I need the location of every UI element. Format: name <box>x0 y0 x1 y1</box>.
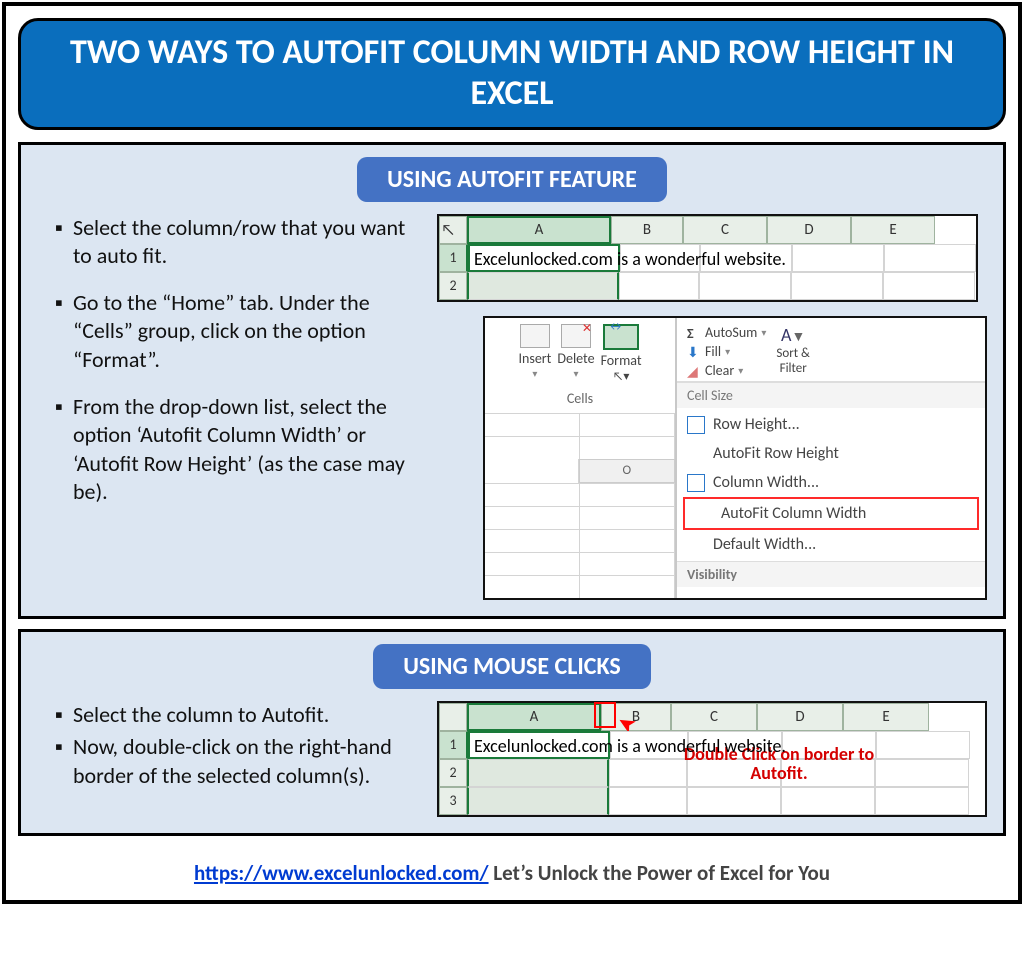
autosum-label: AutoSum <box>705 324 757 341</box>
cell-e3[interactable] <box>875 787 969 815</box>
eraser-icon: ◢ <box>687 363 701 377</box>
section1-title: USING AUTOFIT FEATURE <box>357 157 667 202</box>
select-all-corner[interactable] <box>439 703 467 731</box>
menu-header-visibility: Visibility <box>677 561 985 587</box>
sort-filter-button[interactable]: A▼ Sort & Filter <box>776 324 810 376</box>
cell-d2[interactable] <box>791 272 883 300</box>
menu-autofit-row-height[interactable]: AutoFit Row Height <box>677 439 985 468</box>
fill-label: Fill <box>705 343 721 360</box>
menu-header-cellsize: Cell Size <box>677 382 985 408</box>
column-header-a[interactable]: A <box>467 703 601 731</box>
column-header-e[interactable]: E <box>851 216 935 244</box>
row-header-2[interactable]: 2 <box>439 272 467 300</box>
ribbon-screenshot: Insert ▾ ✕ Delete ▾ ↔ Format <box>483 316 987 600</box>
column-header-d[interactable]: D <box>767 216 851 244</box>
column-header-a[interactable]: A <box>467 216 611 244</box>
fill-button[interactable]: ⬇Fill ▾ <box>687 343 766 360</box>
cells-group-label: Cells <box>485 386 675 413</box>
sort-label2: Filter <box>780 361 807 376</box>
cell-b3[interactable] <box>609 787 687 815</box>
cell-e2[interactable] <box>875 759 969 787</box>
footer-tagline: Let’s Unlock the Power of Excel for You <box>489 860 831 886</box>
section1-bullets: Select the column/row that you want to a… <box>37 214 417 600</box>
row-header-1[interactable]: 1 <box>439 244 468 272</box>
clear-label: Clear <box>705 362 734 379</box>
footer-link[interactable]: https://www.excelunlocked.com/ <box>194 860 489 886</box>
list-item: Select the column/row that you want to a… <box>55 214 417 271</box>
insert-button[interactable]: Insert ▾ <box>518 324 551 384</box>
cell-text: Excelunlocked.com is a wonderful website… <box>474 248 786 270</box>
infographic-container: TWO WAYS TO AUTOFIT COLUMN WIDTH AND ROW… <box>2 2 1022 904</box>
column-header-o[interactable]: O <box>579 459 675 483</box>
row-header-3[interactable]: 3 <box>439 787 467 815</box>
list-item: Select the column to Autofit. <box>55 701 417 730</box>
delete-label: Delete <box>557 350 594 367</box>
dropdown-caret-icon: ▾ <box>532 367 537 380</box>
section-autofit-feature: USING AUTOFIT FEATURE Select the column/… <box>18 142 1006 619</box>
list-item: Go to the “Home” tab. Under the “Cells” … <box>55 289 417 375</box>
column-header-c[interactable]: C <box>683 216 767 244</box>
cell-d3[interactable] <box>781 787 875 815</box>
format-label: Format <box>601 352 642 369</box>
menu-row-height[interactable]: Row Height... <box>677 410 985 439</box>
menu-default-width[interactable]: Default Width... <box>677 530 985 559</box>
format-icon: ↔ <box>603 324 639 350</box>
delete-button[interactable]: ✕ Delete ▾ <box>557 324 594 384</box>
select-all-corner[interactable]: ↖ <box>439 216 467 244</box>
column-header-e[interactable]: E <box>843 703 929 731</box>
section2-title: USING MOUSE CLICKS <box>373 644 651 689</box>
main-title: TWO WAYS TO AUTOFIT COLUMN WIDTH AND ROW… <box>18 18 1006 130</box>
section-mouse-clicks: USING MOUSE CLICKS Select the column to … <box>18 629 1006 836</box>
column-header-d[interactable]: D <box>757 703 843 731</box>
cell-e1[interactable] <box>876 731 970 759</box>
format-button[interactable]: ↔ Format ↖▾ <box>601 324 642 384</box>
cell-d1[interactable] <box>792 244 884 272</box>
column-header-b[interactable]: B <box>611 216 683 244</box>
fill-icon: ⬇ <box>687 344 701 358</box>
clear-button[interactable]: ◢Clear ▾ <box>687 362 766 379</box>
row-height-icon <box>687 416 705 434</box>
cursor-icon: ↖▾ <box>613 369 630 384</box>
menu-column-width[interactable]: Column Width... <box>677 468 985 497</box>
footer: https://www.excelunlocked.com/ Let’s Unl… <box>6 846 1018 900</box>
cell-c3[interactable] <box>687 787 781 815</box>
sigma-icon: Σ <box>687 325 701 339</box>
autosum-button[interactable]: ΣAutoSum ▾ <box>687 324 766 341</box>
section2-bullets: Select the column to Autofit. Now, doubl… <box>37 701 417 817</box>
list-item: From the drop-down list, select the opti… <box>55 393 417 507</box>
row-header-1[interactable]: 1 <box>439 731 468 759</box>
menu-autofit-column-width[interactable]: AutoFit Column Width <box>683 497 979 530</box>
dropdown-caret-icon: ▾ <box>573 367 578 380</box>
sort-filter-icon: A▼ <box>781 324 805 346</box>
sort-label1: Sort & <box>776 346 810 361</box>
column-width-icon <box>687 474 705 492</box>
highlight-box <box>594 702 616 728</box>
insert-icon <box>520 324 550 348</box>
cell-a2[interactable] <box>467 759 609 787</box>
cell-a1[interactable]: Excelunlocked.com is a wonderful website… <box>468 244 620 272</box>
cell-e2[interactable] <box>883 272 975 300</box>
column-header-c[interactable]: C <box>671 703 757 731</box>
cell-text: Excelunlocked.com is a wonderful website… <box>474 735 786 757</box>
cell-a3[interactable] <box>467 787 609 815</box>
cursor-icon: ↖ <box>441 221 455 240</box>
delete-icon: ✕ <box>561 324 591 348</box>
cell-e1[interactable] <box>884 244 976 272</box>
spreadsheet-screenshot-1: ↖ A B C D E 1 Excelunlocked.com is a won… <box>437 214 978 302</box>
spreadsheet-screenshot-2: A B C D E ➤ 1 Excelunlocked.com is a won… <box>437 701 987 817</box>
cell-c2[interactable] <box>699 272 791 300</box>
cell-a1[interactable]: Excelunlocked.com is a wonderful website… <box>468 731 610 759</box>
list-item: Now, double-click on the right-hand bord… <box>55 733 417 790</box>
row-header-2[interactable]: 2 <box>439 759 467 787</box>
cell-a2[interactable] <box>467 272 619 300</box>
cell-b2[interactable] <box>619 272 699 300</box>
insert-label: Insert <box>518 350 551 367</box>
